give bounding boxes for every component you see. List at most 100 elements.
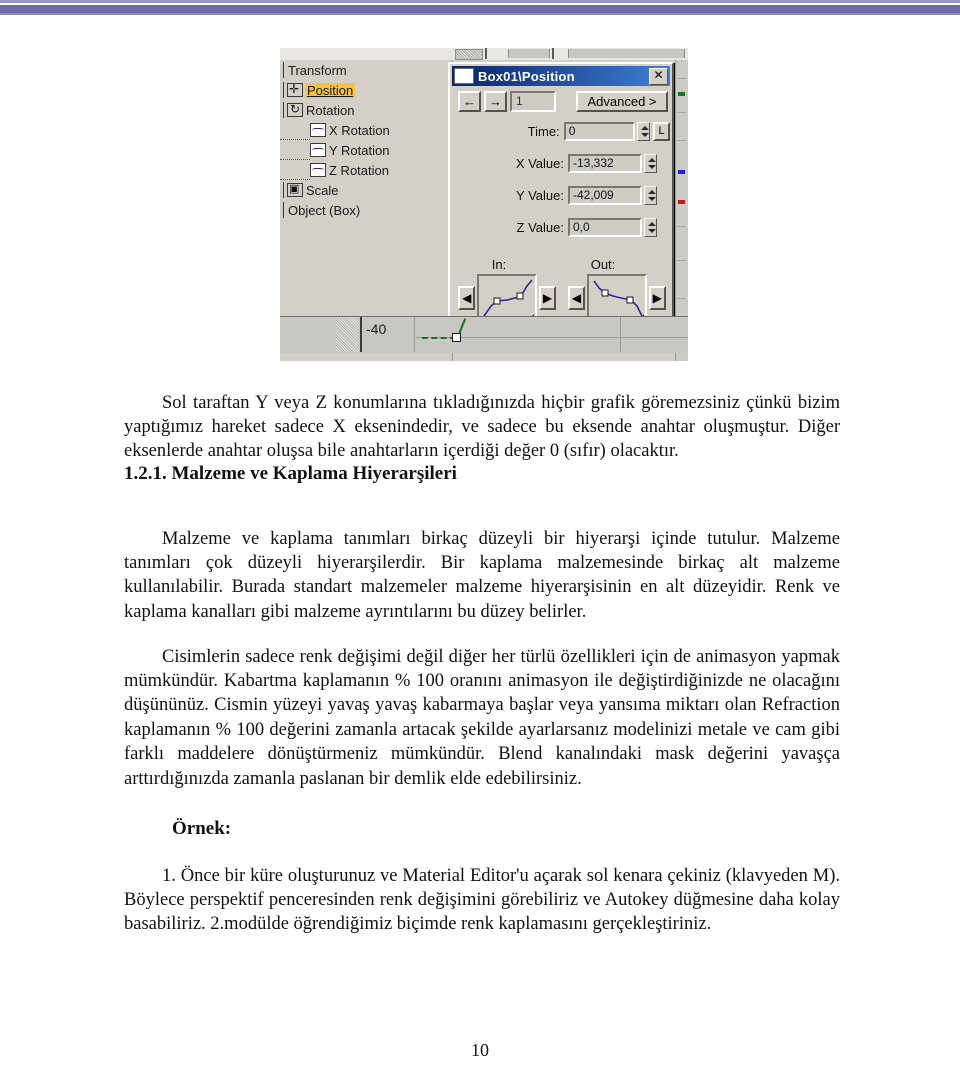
- tree-stub-icon: [280, 180, 287, 200]
- top-decorative-rule: [0, 0, 960, 15]
- curve-icon: [310, 163, 326, 177]
- out-tangent-prev-button[interactable]: ◀: [567, 286, 586, 310]
- out-tangent-label-wrap: Out:: [562, 257, 666, 272]
- time-spinner[interactable]: [637, 122, 650, 141]
- track-item-position[interactable]: Position: [280, 80, 452, 100]
- trackview-timeline-strip[interactable]: -40: [280, 316, 688, 353]
- marker-tick: [677, 260, 686, 261]
- x-value-spinner[interactable]: [644, 154, 657, 173]
- timeline-hatch-grip: [336, 317, 358, 352]
- in-tangent-curve-preview[interactable]: [477, 274, 537, 322]
- section-heading: 1.2.1. Malzeme ve Kaplama Hiyerarşileri: [124, 463, 457, 484]
- x-value-input[interactable]: -13,332: [568, 154, 642, 173]
- time-input[interactable]: 0: [563, 122, 635, 141]
- marker-red: [678, 200, 685, 204]
- marker-blue: [678, 170, 685, 174]
- toolbar-segment-2: [568, 49, 685, 58]
- tangent-headings: In: Out:: [458, 257, 666, 272]
- z-value-field-row[interactable]: Z Value: 0,0: [456, 218, 670, 237]
- track-item-label: Transform: [288, 62, 347, 78]
- paragraph-animation: Cisimlerin sadece renk değişimi değil di…: [124, 646, 840, 789]
- track-item-label: Y Rotation: [329, 142, 390, 158]
- toolbar-hatch-grip: [455, 49, 483, 60]
- track-item-z-rotation[interactable]: Z Rotation: [280, 160, 452, 180]
- tree-stub-icon: [280, 80, 287, 100]
- tree-indent-line: [280, 139, 310, 160]
- track-item-y-rotation[interactable]: Y Rotation: [280, 140, 452, 160]
- paragraph-intro: Sol taraftan Y veya Z konumlarına tıklad…: [124, 392, 840, 462]
- key-index-field[interactable]: 1: [510, 91, 556, 112]
- tree-stub-icon: [280, 60, 287, 80]
- y-value-label: Y Value:: [516, 188, 564, 203]
- track-item-label: Object (Box): [288, 202, 361, 218]
- in-tangent-label-wrap: In:: [458, 257, 562, 272]
- tree-stub-icon: [280, 200, 287, 220]
- curve-icon: [310, 123, 326, 137]
- track-item-transform[interactable]: Transform: [280, 60, 452, 80]
- marker-tick: [677, 298, 686, 299]
- track-item-x-rotation[interactable]: X Rotation: [280, 120, 452, 140]
- track-item-label: Z Rotation: [329, 162, 389, 178]
- z-value-spinner[interactable]: [644, 218, 657, 237]
- marker-green: [678, 92, 685, 96]
- figure-trackview-screenshot: Transform Position Rotation X Rotation Y…: [280, 48, 688, 361]
- y-value-spinner[interactable]: [644, 186, 657, 205]
- time-field-row[interactable]: Time: 0 L: [456, 122, 670, 141]
- marker-tick: [677, 226, 686, 227]
- tangent-curve-section: In: Out: ◀ ▶ ◀ ▶: [458, 257, 666, 322]
- marker-tick: [677, 140, 686, 141]
- track-item-rotation[interactable]: Rotation: [280, 100, 452, 120]
- next-key-button[interactable]: →: [484, 91, 507, 112]
- curve-icon: [310, 143, 326, 157]
- tree-stub-icon: [280, 100, 287, 120]
- tangent-controls-row[interactable]: ◀ ▶ ◀ ▶: [458, 274, 666, 322]
- timeline-separator: [360, 317, 362, 352]
- top-rule-dark-band: [0, 5, 960, 13]
- timeline-tangent-dash: [422, 337, 456, 339]
- in-tangent-next-button[interactable]: ▶: [538, 286, 557, 310]
- x-value-field-row[interactable]: X Value: -13,332: [456, 154, 670, 173]
- move-icon: [287, 81, 303, 97]
- timeline-value-label: -40: [366, 321, 387, 337]
- dialog-title: Box01\Position: [478, 68, 575, 84]
- track-item-object-box[interactable]: Object (Box): [280, 200, 452, 220]
- marker-tick: [677, 112, 686, 113]
- window-icon: [454, 68, 474, 84]
- previous-key-button[interactable]: ←: [458, 91, 481, 112]
- marker-tick: [677, 78, 686, 79]
- tree-indent-line: [280, 119, 310, 140]
- time-field-label: Time:: [527, 124, 560, 139]
- tree-indent-line: [280, 159, 310, 180]
- track-item-label: Position: [305, 82, 356, 98]
- toolbar-divider-2: [552, 48, 554, 59]
- out-tangent-curve-preview[interactable]: [587, 274, 647, 322]
- toolbar-segment-1: [508, 49, 550, 58]
- z-value-label: Z Value:: [516, 220, 564, 235]
- page-number: 10: [471, 1040, 489, 1060]
- in-tangent-label: In:: [491, 257, 507, 272]
- close-icon[interactable]: ✕: [649, 67, 668, 85]
- timeline-gridline: [620, 317, 621, 352]
- paragraph-material-hierarchy: Malzeme ve kaplama tanımları birkaç düze…: [124, 528, 840, 622]
- key-info-dialog[interactable]: Box01\Position ✕ ← → 1 Advanced > Time: …: [448, 62, 674, 335]
- track-item-scale[interactable]: Scale: [280, 180, 452, 200]
- track-item-label: X Rotation: [329, 122, 390, 138]
- y-value-input[interactable]: -42,009: [568, 186, 642, 205]
- top-rule-thin-band: [0, 13, 960, 15]
- timeline-key-handle[interactable]: [452, 333, 461, 342]
- rotate-icon: [287, 101, 303, 117]
- out-tangent-label: Out:: [590, 257, 616, 272]
- lock-time-button[interactable]: L: [653, 122, 670, 141]
- example-label: Örnek:: [172, 818, 232, 839]
- track-item-label: Scale: [306, 182, 339, 198]
- x-value-label: X Value:: [515, 156, 564, 171]
- in-tangent-prev-button[interactable]: ◀: [458, 286, 476, 310]
- figure-toolbar-strip: [280, 48, 688, 60]
- paragraph-example-step-1: 1. Önce bir küre oluşturunuz ve Material…: [124, 865, 840, 935]
- z-value-input[interactable]: 0,0: [568, 218, 642, 237]
- dialog-nav-row[interactable]: ← → 1 Advanced >: [458, 91, 668, 112]
- y-value-field-row[interactable]: Y Value: -42,009: [456, 186, 670, 205]
- advanced-button[interactable]: Advanced >: [576, 91, 668, 112]
- dialog-titlebar[interactable]: Box01\Position ✕: [452, 66, 670, 86]
- out-tangent-next-button[interactable]: ▶: [648, 286, 666, 310]
